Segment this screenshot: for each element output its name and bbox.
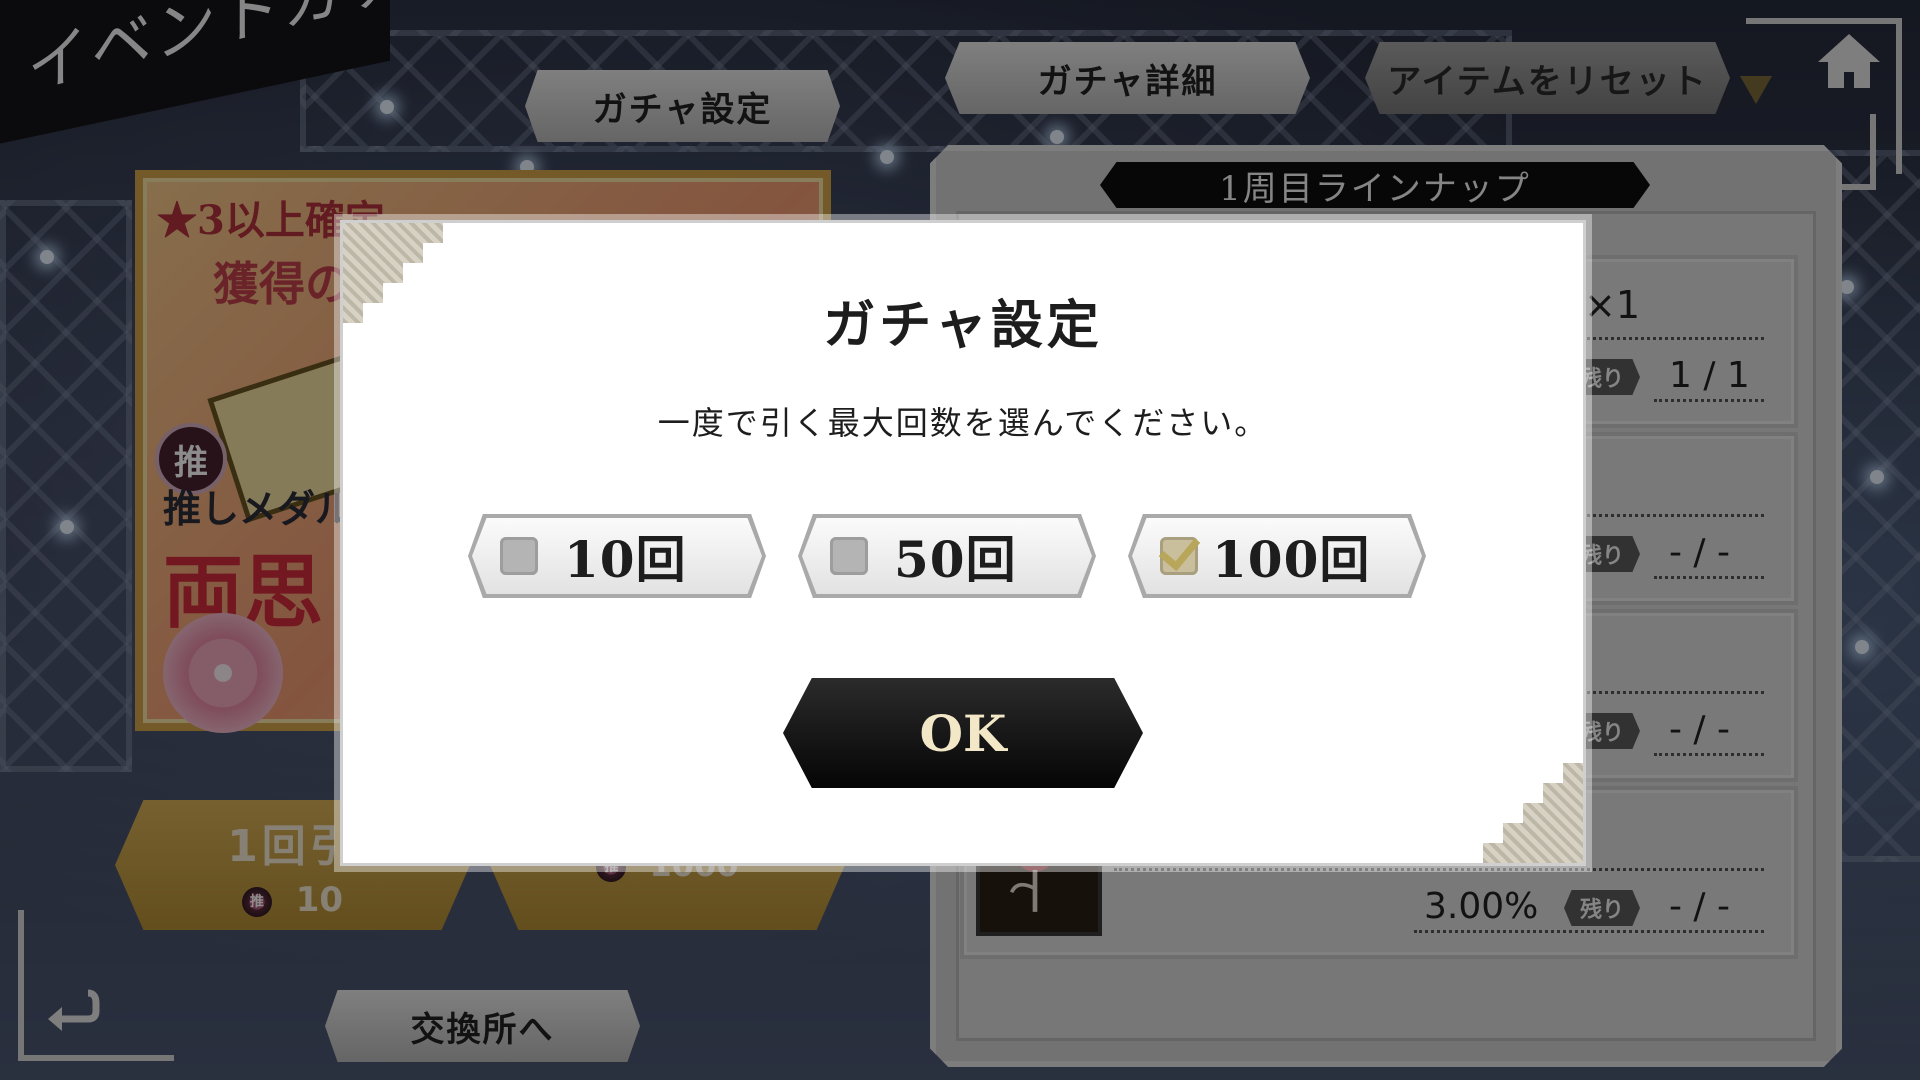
- option-50-times[interactable]: 50回: [802, 518, 1092, 594]
- option-10-times[interactable]: 10回: [472, 518, 762, 594]
- dialog-title: ガチャ設定: [823, 296, 1103, 356]
- option-label: 50回: [894, 530, 1017, 589]
- dialog-corner-decoration: [1483, 763, 1583, 863]
- checkbox-empty-icon[interactable]: [830, 537, 868, 575]
- option-100-times[interactable]: 100回: [1132, 518, 1422, 594]
- dialog-message: 一度で引く最大回数を選んでください。: [657, 404, 1269, 442]
- gacha-settings-dialog: ガチャ設定 一度で引く最大回数を選んでください。 10回 50回 100回 OK: [340, 220, 1586, 866]
- ok-button[interactable]: OK: [783, 678, 1143, 788]
- option-label: 100回: [1212, 530, 1371, 589]
- option-label: 10回: [564, 530, 687, 589]
- checkbox-empty-icon[interactable]: [500, 537, 538, 575]
- checkbox-checked-icon[interactable]: [1158, 527, 1201, 575]
